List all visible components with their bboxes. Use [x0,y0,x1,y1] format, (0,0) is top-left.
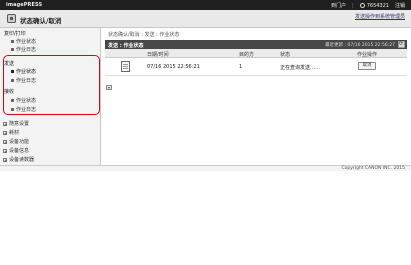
sub-header: 状态确认/取消 发送操作到系统管理员 [0,10,411,28]
separator: | [352,2,354,9]
col-destinations: 目的方 [239,52,255,58]
refresh-icon[interactable] [398,41,405,48]
bullet-icon [11,40,14,43]
sidebar-item-copy-job-status[interactable]: 作业状态 [11,38,36,45]
status-monitor-icon [7,14,16,23]
logout-link[interactable]: 注销 [395,2,405,9]
row-datetime: 07/16 2015 22:56:21 [147,64,200,70]
last-updated: 最近更新 : 07/16 2015 22:56:27 [325,42,395,48]
main-content: 状态确认/取消 : 发送 : 作业状态 发送 : 作业状态 最近更新 : 07/… [101,28,411,165]
breadcrumb: 状态确认/取消 : 发送 : 作业状态 [108,32,180,38]
admin-mail-link[interactable]: 发送操作到系统管理员 [355,13,405,20]
sidebar-item-device-counters[interactable]: + 设备读数器 [3,156,34,163]
sidebar-item-reservation[interactable]: + 随意设置 [3,120,29,127]
portal-link[interactable]: 到门户 [331,2,346,9]
bullet-icon [11,48,14,51]
scroll-down-icon[interactable]: ▾ [106,85,112,90]
page-title: 状态确认/取消 [20,17,62,25]
expand-icon: + [3,148,8,154]
col-status: 状态 [280,52,291,58]
table-header: 日期/时间 目的方 状态 作业操作 [105,49,407,58]
sidebar-item-device-info[interactable]: + 设备信息 [3,147,29,154]
brand-logo: imagePRESS [6,2,43,8]
blank-area [0,171,411,265]
expand-icon: + [3,130,8,136]
row-destinations: 1 [239,64,243,70]
top-right-links: 到门户 | 7654321 注销 [331,2,405,10]
user-icon [359,3,365,8]
section-header: 发送 : 作业状态 最近更新 : 07/16 2015 22:56:27 [105,40,407,49]
document-icon [121,61,130,72]
sidebar-group-copy-print[interactable]: 复印/打印 [4,30,26,37]
section-title: 发送 : 作业状态 [108,42,144,49]
highlight-frame [3,55,100,115]
sidebar-item-copy-job-log[interactable]: 作业日志 [11,46,36,53]
user-id: 7654321 [366,2,389,9]
expand-icon: + [3,121,8,127]
sidebar-item-device-functions[interactable]: + 设备功能 [3,138,29,145]
col-action: 作业操作 [357,52,378,58]
cancel-button[interactable]: 取消 [358,62,376,70]
expand-icon: + [3,157,8,163]
expand-icon: + [3,139,8,145]
sidebar-item-consumables[interactable]: + 耗材 [3,129,19,136]
row-status: 正在查询发送…… [280,65,321,71]
table-row: 07/16 2015 22:56:21 1 正在查询发送…… 取消 [105,58,407,76]
user-info: 7654321 [359,2,389,9]
top-bar: imagePRESS 到门户 | 7654321 注销 [0,0,411,10]
col-datetime: 日期/时间 [147,52,169,58]
